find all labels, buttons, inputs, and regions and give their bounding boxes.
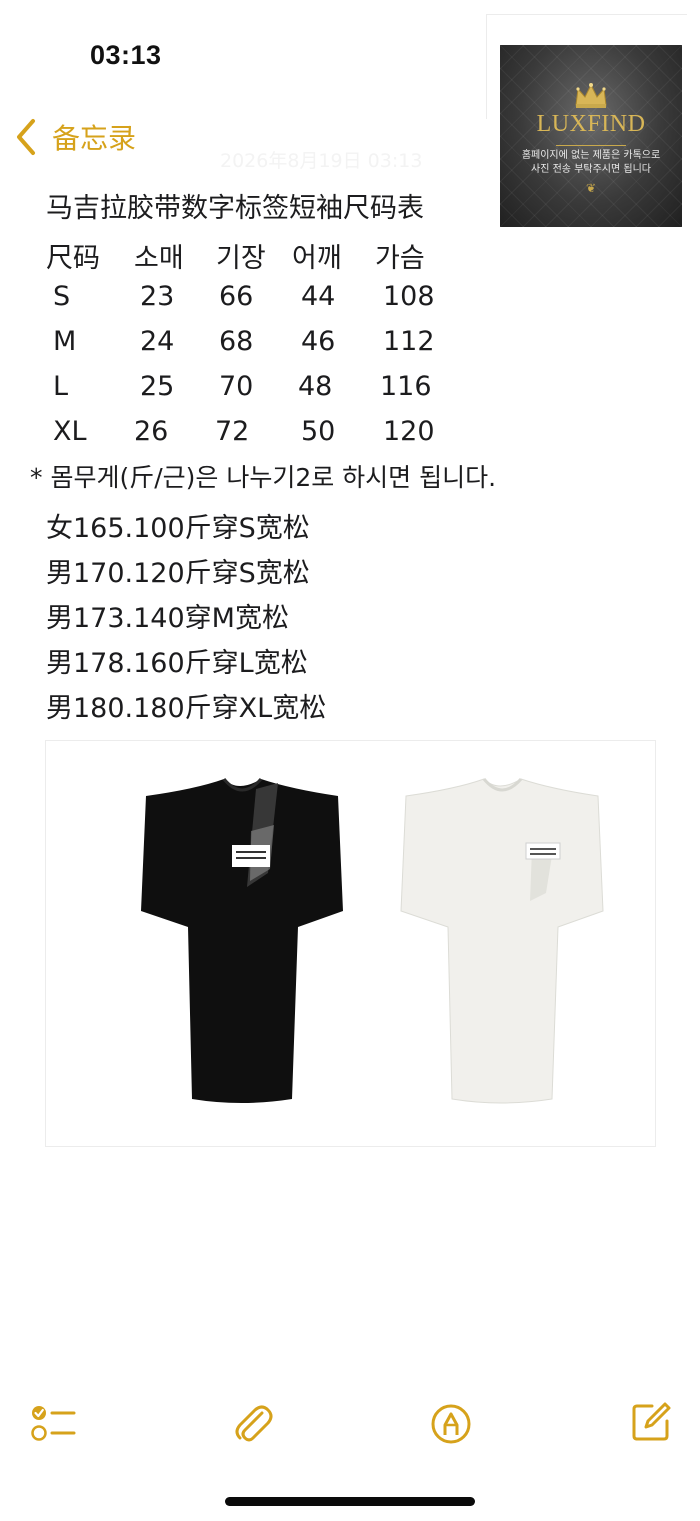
chevron-left-icon — [17, 119, 35, 155]
status-time: 03:13 — [90, 40, 162, 70]
table-cell: 68 — [219, 326, 254, 357]
weight-footnote: * 몸무게(斤/근)은 나누기2로 하시면 됩니다. — [30, 463, 497, 492]
table-cell: XL — [53, 416, 87, 447]
watermark-logo: LUXFIND 홈페이지에 없는 제품은 카톡으로 사진 전송 부탁주시면 됩니… — [500, 45, 682, 227]
size-recommendation: 男180.180斤穿XL宽松 — [46, 693, 327, 724]
product-photo[interactable] — [45, 740, 656, 1147]
checklist-icon — [31, 1406, 76, 1441]
table-cell: 44 — [301, 281, 336, 312]
size-recommendation: 男173.140穿M宽松 — [46, 603, 289, 634]
table-cell: 26 — [134, 416, 169, 447]
table-cell: 120 — [383, 416, 435, 447]
table-header-shoulder: 어깨 — [292, 243, 342, 274]
table-cell: 108 — [383, 281, 435, 312]
logo-tagline-2: 사진 전송 부탁주시면 됩니다 — [531, 164, 651, 175]
markup-button[interactable] — [430, 1403, 472, 1445]
size-recommendation: 男178.160斤穿L宽松 — [46, 648, 308, 679]
table-header-chest: 가슴 — [375, 243, 425, 274]
table-cell: 23 — [140, 281, 175, 312]
home-indicator[interactable] — [225, 1497, 475, 1506]
table-cell: 116 — [380, 371, 432, 402]
checklist-button[interactable] — [30, 1403, 76, 1443]
paperclip-icon — [235, 1405, 273, 1442]
table-cell: 72 — [215, 416, 250, 447]
table-cell: 24 — [140, 326, 175, 357]
table-cell: 112 — [383, 326, 435, 357]
compose-icon — [632, 1402, 671, 1441]
white-tshirt — [400, 777, 604, 1104]
table-cell: 48 — [298, 371, 333, 402]
table-cell: 50 — [301, 416, 336, 447]
table-cell: 70 — [219, 371, 254, 402]
table-cell: L — [53, 371, 69, 402]
note-title: 马吉拉胶带数字标签短袖尺码表 — [46, 193, 424, 224]
black-tshirt — [141, 777, 343, 1103]
table-cell: M — [53, 326, 77, 357]
table-header-sleeve: 소매 — [134, 243, 184, 274]
logo-wordmark: LUXFIND — [536, 111, 646, 137]
attachment-button[interactable] — [232, 1401, 274, 1445]
table-cell: 46 — [301, 326, 336, 357]
table-cell: S — [53, 281, 71, 312]
table-header-size: 尺码 — [46, 243, 100, 274]
size-recommendation: 女165.100斤穿S宽松 — [46, 513, 310, 544]
markup-pen-icon — [431, 1404, 471, 1444]
back-label: 备忘录 — [52, 122, 137, 155]
table-header-length: 기장 — [216, 243, 266, 274]
back-button[interactable]: 备忘录 — [14, 112, 136, 162]
size-recommendation: 男170.120斤穿S宽松 — [46, 558, 310, 589]
table-cell: 25 — [140, 371, 175, 402]
ornament-icon: ❦ — [585, 181, 597, 195]
crown-icon — [575, 83, 607, 108]
logo-tagline-1: 홈페이지에 없는 제품은 카톡으로 — [521, 150, 661, 161]
note-date: 2026年8月19日 03:13 — [220, 150, 423, 172]
compose-button[interactable] — [630, 1401, 672, 1443]
table-cell: 66 — [219, 281, 254, 312]
